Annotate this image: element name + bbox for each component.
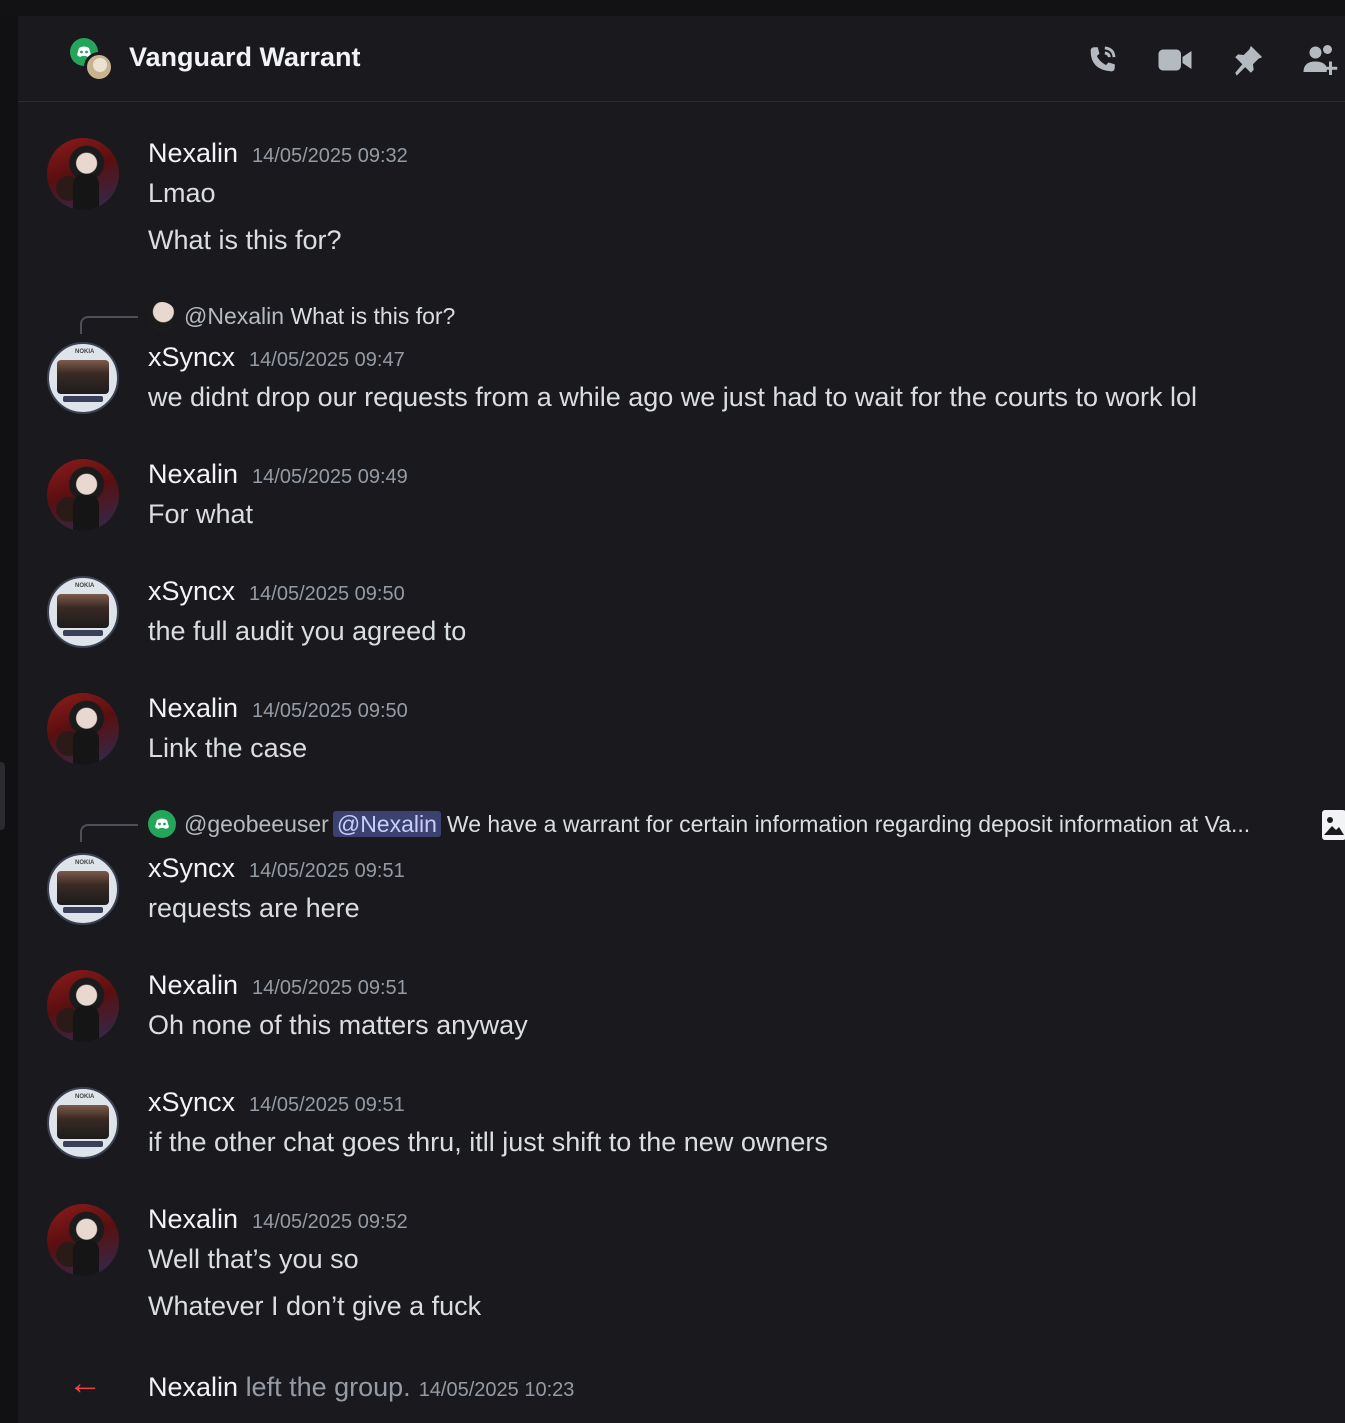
sidebar-collapse-handle[interactable] xyxy=(0,762,5,830)
channel-header: Vanguard Warrant xyxy=(18,16,1345,102)
message-timestamp: 14/05/2025 09:47 xyxy=(249,349,405,371)
reply-text[interactable]: @geobeeuser @Nexalin We have a warrant for… xyxy=(184,810,1250,838)
avatar-label: NOKIA xyxy=(75,860,95,866)
message-author[interactable]: Nexalin 14/05/2025 09:52 xyxy=(148,1204,408,1235)
window-top-strip xyxy=(0,0,1345,16)
message-author[interactable]: xSyncx 14/05/2025 09:47 xyxy=(148,342,405,373)
reply-spine xyxy=(80,824,138,842)
reply-avatar-nexalin xyxy=(148,302,176,330)
author-name[interactable]: Nexalin xyxy=(148,970,238,1000)
image-attachment-icon xyxy=(1322,810,1345,840)
author-name[interactable]: Nexalin xyxy=(148,138,238,168)
message-text: Oh none of this matters anyway xyxy=(148,1010,528,1040)
member-avatar-mini xyxy=(84,52,114,82)
avatar-label: NOKIA xyxy=(75,349,95,355)
pin-icon[interactable] xyxy=(1228,40,1268,80)
message-text: the full audit you agreed to xyxy=(148,616,467,646)
message-author[interactable]: xSyncx 14/05/2025 09:51 xyxy=(148,853,405,884)
message-author[interactable]: xSyncx 14/05/2025 09:51 xyxy=(148,1087,405,1118)
message-timestamp: 14/05/2025 09:50 xyxy=(252,700,408,722)
message-author[interactable]: Nexalin 14/05/2025 09:50 xyxy=(148,693,408,724)
reply-author: @geobeeuser xyxy=(184,811,329,837)
author-name[interactable]: xSyncx xyxy=(148,342,235,372)
reply-content: What is this for? xyxy=(290,303,456,329)
reply-text[interactable]: @Nexalin What is this for? xyxy=(184,302,455,330)
system-action: left the group. xyxy=(245,1372,411,1402)
avatar-nexalin[interactable] xyxy=(47,1204,119,1276)
author-name[interactable]: xSyncx xyxy=(148,576,235,606)
reply-author: @Nexalin xyxy=(184,303,285,329)
author-name[interactable]: xSyncx xyxy=(148,1087,235,1117)
system-message-text: Nexalin left the group. 14/05/2025 10:23 xyxy=(148,1372,574,1403)
avatar-xsyncx[interactable]: NOKIA xyxy=(47,576,119,648)
add-friend-icon[interactable] xyxy=(1300,40,1340,80)
reply-spine xyxy=(80,316,138,334)
message-text: Whatever I don’t give a fuck xyxy=(148,1291,482,1321)
message-timestamp: 14/05/2025 09:50 xyxy=(249,583,405,605)
message-author[interactable]: Nexalin 14/05/2025 09:49 xyxy=(148,459,408,490)
message-text: Well that’s you so xyxy=(148,1244,359,1274)
author-name[interactable]: Nexalin xyxy=(148,1204,238,1234)
message-text: What is this for? xyxy=(148,225,342,255)
avatar-nexalin[interactable] xyxy=(47,459,119,531)
reply-content: We have a warrant for certain informatio… xyxy=(446,811,1251,837)
author-name[interactable]: Nexalin xyxy=(148,693,238,723)
message-timestamp: 14/05/2025 09:51 xyxy=(249,1094,405,1116)
left-sidebar-edge xyxy=(0,16,18,1423)
channel-title: Vanguard Warrant xyxy=(129,42,361,72)
message-text: if the other chat goes thru, itll just s… xyxy=(148,1127,828,1157)
video-camera-icon[interactable] xyxy=(1155,40,1195,80)
message-text: Link the case xyxy=(148,733,308,763)
message-text: Lmao xyxy=(148,178,216,208)
message-author[interactable]: xSyncx 14/05/2025 09:50 xyxy=(148,576,405,607)
message-text: we didnt drop our requests from a while … xyxy=(148,382,1198,412)
phone-call-icon[interactable] xyxy=(1082,40,1122,80)
message-text: For what xyxy=(148,499,254,529)
user-mention[interactable]: @Nexalin xyxy=(332,811,441,837)
message-timestamp: 14/05/2025 09:52 xyxy=(252,1211,408,1233)
reply-preview[interactable]: @geobeeuser @Nexalin We have a warrant for… xyxy=(18,810,1345,842)
message-timestamp: 14/05/2025 09:49 xyxy=(252,466,408,488)
group-dm-icon[interactable] xyxy=(70,38,116,84)
message-timestamp: 14/05/2025 09:51 xyxy=(252,977,408,999)
reply-preview[interactable]: @Nexalin What is this for? xyxy=(18,302,1345,334)
message-text: requests are here xyxy=(148,893,360,923)
message-author[interactable]: Nexalin 14/05/2025 09:32 xyxy=(148,138,408,169)
avatar-label: NOKIA xyxy=(75,1094,95,1100)
avatar-nexalin[interactable] xyxy=(47,970,119,1042)
avatar-label: NOKIA xyxy=(75,583,95,589)
system-user-name[interactable]: Nexalin xyxy=(148,1372,238,1402)
leave-arrow-icon: ← xyxy=(68,1364,102,1402)
system-timestamp: 14/05/2025 10:23 xyxy=(418,1379,575,1401)
avatar-xsyncx[interactable]: NOKIA xyxy=(47,342,119,414)
author-name[interactable]: xSyncx xyxy=(148,853,235,883)
message-timestamp: 14/05/2025 09:32 xyxy=(252,145,408,167)
message-timestamp: 14/05/2025 09:51 xyxy=(249,860,405,882)
message-author[interactable]: Nexalin 14/05/2025 09:51 xyxy=(148,970,408,1001)
avatar-nexalin[interactable] xyxy=(47,138,119,210)
discord-logo-icon xyxy=(148,810,176,838)
avatar-nexalin[interactable] xyxy=(47,693,119,765)
author-name[interactable]: Nexalin xyxy=(148,459,238,489)
avatar-xsyncx[interactable]: NOKIA xyxy=(47,853,119,925)
avatar-xsyncx[interactable]: NOKIA xyxy=(47,1087,119,1159)
